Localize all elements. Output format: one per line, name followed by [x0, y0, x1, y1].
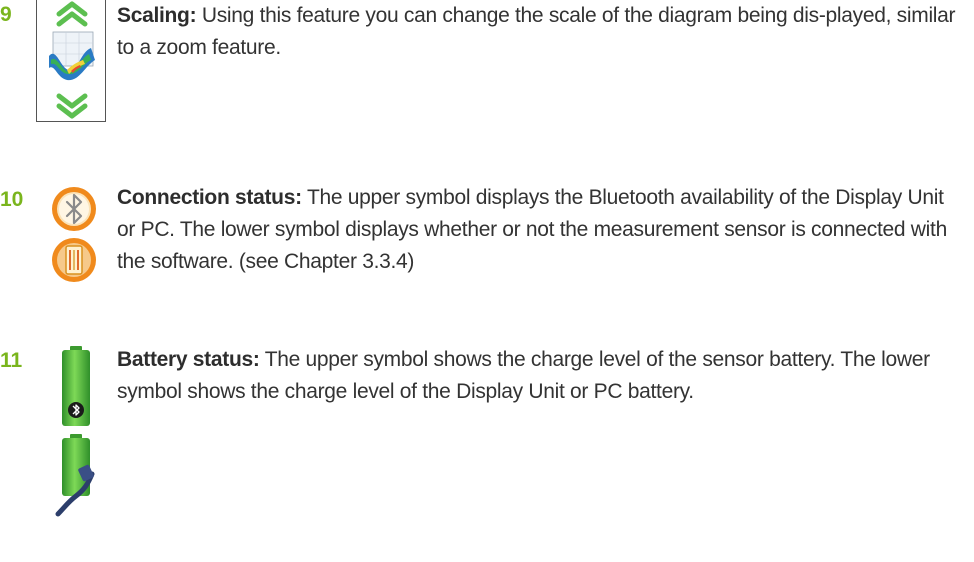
sensor-connection-icon: [52, 238, 96, 282]
entry-battery-status: 11 Battery status: The upper symbol show…: [0, 338, 974, 518]
chevron-up-double-icon[interactable]: [56, 1, 88, 27]
chevron-down-double-icon[interactable]: [56, 93, 88, 119]
battery-plug-icon: [55, 434, 95, 517]
surface-plot-icon: [49, 31, 95, 81]
entry-connection-status: 10 Connection status: The upper symbol d…: [0, 172, 974, 322]
item-description: Connection status: The upper symbol disp…: [117, 182, 962, 278]
item-body: Using this feature you can change the sc…: [117, 4, 956, 59]
item-number: 10: [0, 188, 24, 211]
item-number: 11: [0, 349, 23, 372]
item-description: Battery status: The upper symbol shows t…: [117, 344, 962, 408]
battery-bluetooth-icon: [62, 346, 90, 426]
item-term: Connection status:: [117, 186, 302, 209]
item-description: Scaling: Using this feature you can chan…: [117, 0, 962, 64]
item-term: Battery status:: [117, 348, 260, 371]
battery-icons: [36, 338, 116, 518]
item-term: Scaling:: [117, 4, 197, 27]
entry-scaling: 9 Scaling: Using this feature you can ch…: [0, 0, 974, 130]
bluetooth-icon: [52, 187, 96, 231]
scaling-control: [36, 0, 106, 122]
connection-icons: [36, 172, 116, 322]
item-number: 9: [0, 3, 12, 26]
